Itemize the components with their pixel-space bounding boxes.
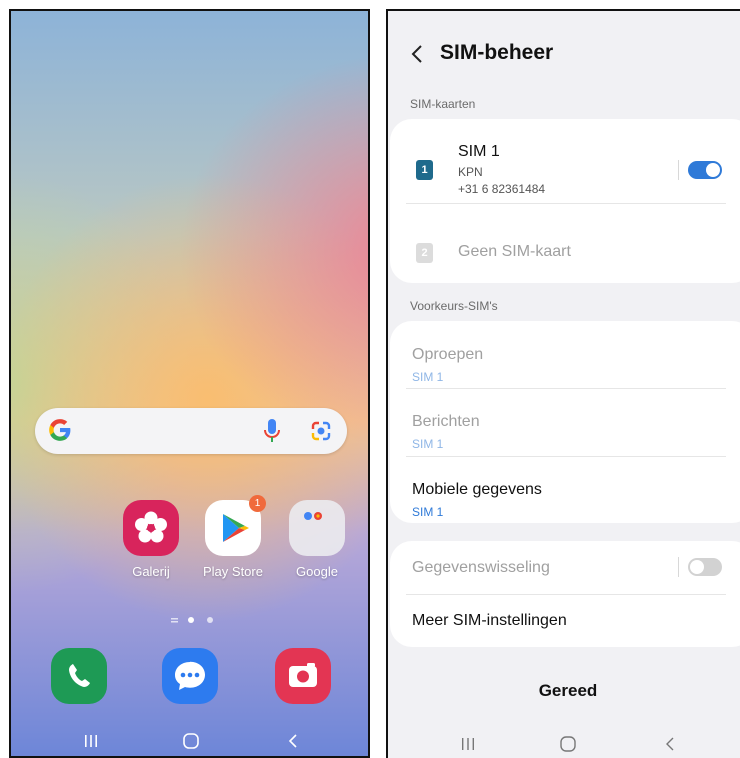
toggle-knob <box>706 163 720 177</box>
sim1-row[interactable]: 1 SIM 1 KPN +31 6 82361484 <box>390 119 740 203</box>
done-button[interactable]: Gereed <box>388 681 740 701</box>
app-label: Google <box>296 564 338 579</box>
microphone-icon[interactable] <box>264 418 280 444</box>
navigation-bar <box>11 726 368 756</box>
app-label: Galerij <box>132 564 170 579</box>
recent-apps-icon[interactable] <box>448 729 488 758</box>
sim1-carrier: KPN <box>458 165 483 179</box>
sim-cards-card: 1 SIM 1 KPN +31 6 82361484 2 Geen SIM-ka… <box>390 119 740 283</box>
section-header-preferred-sims: Voorkeurs-SIM's <box>410 299 498 313</box>
back-arrow-icon[interactable] <box>408 43 428 65</box>
messages-row[interactable]: Berichten SIM 1 <box>390 389 740 456</box>
google-lens-icon[interactable] <box>310 420 332 442</box>
data-switch-toggle[interactable] <box>688 558 722 576</box>
sim1-icon: 1 <box>416 160 433 180</box>
app-play-store[interactable]: 1 Play Store <box>193 495 273 579</box>
notification-badge: 1 <box>249 495 266 512</box>
navigation-bar <box>388 729 740 758</box>
calls-value: SIM 1 <box>412 370 444 384</box>
sim1-number: +31 6 82361484 <box>458 182 546 196</box>
extra-settings-card: Gegevenswisseling Meer SIM-instellingen <box>390 541 740 647</box>
home-icon[interactable] <box>171 726 211 756</box>
preferred-sims-card: Oproepen SIM 1 Berichten SIM 1 Mobiele g… <box>390 321 740 523</box>
toggle-separator <box>678 160 679 180</box>
more-sim-settings-row[interactable]: Meer SIM-instellingen <box>390 595 740 647</box>
page-title: SIM-beheer <box>440 41 554 64</box>
sim1-toggle[interactable] <box>688 161 722 179</box>
sim-manager-screen: SIM-beheer SIM-kaarten 1 SIM 1 KPN +31 6… <box>386 9 740 758</box>
mobile-data-row[interactable]: Mobiele gegevens SIM 1 <box>390 457 740 523</box>
google-folder-icon[interactable] <box>289 500 345 556</box>
toggle-separator <box>678 557 679 577</box>
back-icon[interactable] <box>650 729 690 758</box>
mobile-data-value: SIM 1 <box>412 505 444 519</box>
messages-title: Berichten <box>412 413 480 430</box>
camera-icon[interactable] <box>275 648 331 704</box>
mobile-data-title: Mobiele gegevens <box>412 481 542 498</box>
data-switch-title: Gegevenswisseling <box>412 559 550 576</box>
sim2-name: Geen SIM-kaart <box>458 243 571 260</box>
google-search-bar[interactable] <box>35 408 347 454</box>
more-sim-settings-title: Meer SIM-instellingen <box>412 612 567 629</box>
app-label: Play Store <box>203 564 263 579</box>
phone-icon[interactable] <box>51 648 107 704</box>
play-store-icon[interactable]: 1 <box>205 495 266 556</box>
gallery-flower-icon[interactable] <box>123 500 179 556</box>
recent-apps-icon[interactable] <box>71 726 111 756</box>
section-header-sim-cards: SIM-kaarten <box>410 97 476 111</box>
sim2-row[interactable]: 2 Geen SIM-kaart <box>390 204 740 283</box>
page-indicator[interactable] <box>169 615 219 625</box>
calls-title: Oproepen <box>412 346 484 363</box>
messages-icon[interactable] <box>162 648 218 704</box>
home-icon[interactable] <box>548 729 588 758</box>
toggle-knob <box>690 560 704 574</box>
messages-value: SIM 1 <box>412 437 444 451</box>
home-screen: Galerij 1 Play Store Google <box>9 9 370 758</box>
app-google-folder[interactable]: Google <box>277 500 357 579</box>
google-g-icon[interactable] <box>47 417 73 443</box>
back-icon[interactable] <box>273 726 313 756</box>
data-switch-row[interactable]: Gegevenswisseling <box>390 541 740 594</box>
app-galerij[interactable]: Galerij <box>111 500 191 579</box>
sim1-name: SIM 1 <box>458 143 500 160</box>
calls-row[interactable]: Oproepen SIM 1 <box>390 321 740 388</box>
sim2-icon: 2 <box>416 243 433 263</box>
